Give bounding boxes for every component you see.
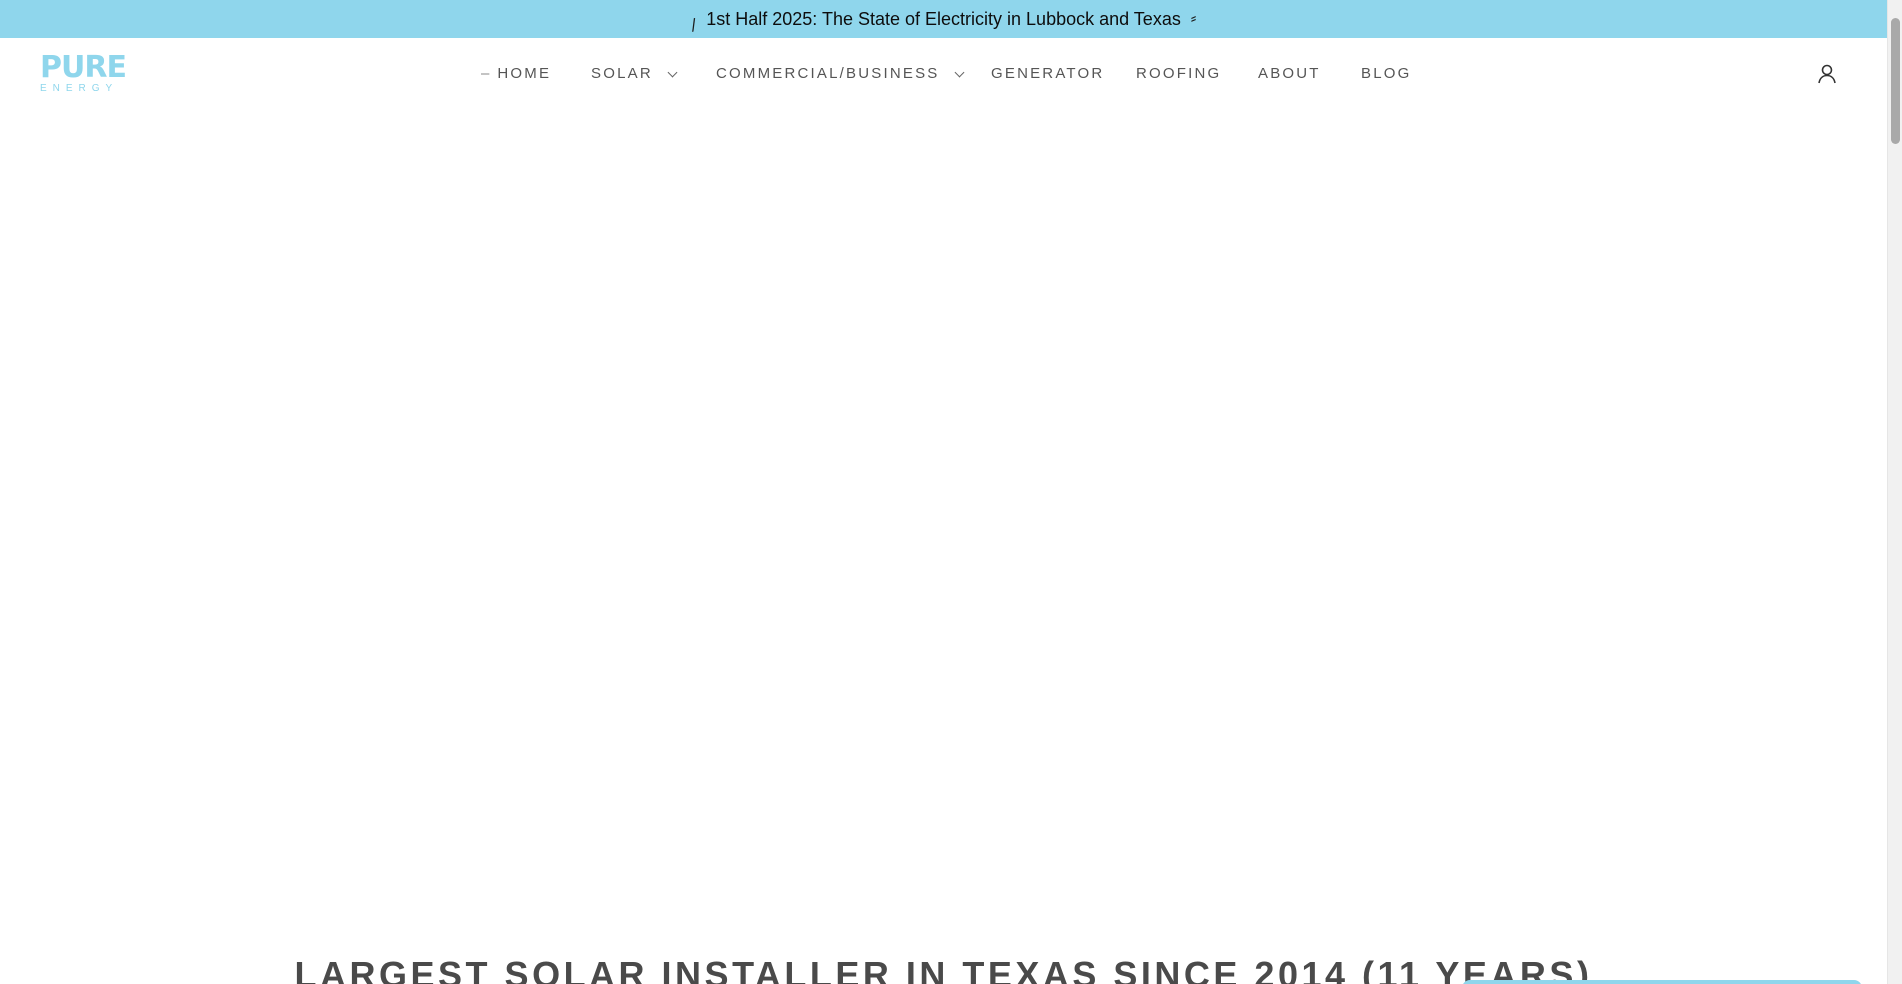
announcement-left-mark: / [689,14,698,35]
announcement-content: / 1st Half 2025: The State of Electricit… [689,8,1197,35]
announcement-link[interactable]: 1st Half 2025: The State of Electricity … [706,9,1181,30]
chevron-down-icon [667,67,678,77]
announcement-right-mark: ⸗ [1190,8,1197,27]
nav-item-generator[interactable]: GENERATOR [991,65,1104,82]
nav-solar-label: SOLAR [591,65,653,82]
nav-item-about[interactable]: ABOUT [1258,65,1321,82]
user-icon[interactable] [1815,62,1839,86]
nav-roofing-label: ROOFING [1136,65,1222,82]
nav-home-prefix: – [481,65,490,82]
chevron-down-icon [954,67,964,77]
nav-about-label: ABOUT [1258,65,1321,82]
nav-home-label: HOME [497,65,552,82]
chat-widget-tab[interactable] [1462,980,1862,984]
site-header: PURE ENERGY – HOME SOLAR COMMERCIAL/BUSI… [0,38,1887,110]
main-nav: – HOME SOLAR COMMERCIAL/BUSINESS GENERAT… [0,38,1887,110]
announcement-bar: / 1st Half 2025: The State of Electricit… [0,0,1887,38]
nav-item-roofing[interactable]: ROOFING [1136,65,1221,82]
nav-item-commercial-business[interactable]: COMMERCIAL/BUSINESS [716,65,964,82]
page-scrollbar[interactable] [1887,0,1902,984]
nav-generator-label: GENERATOR [991,65,1105,82]
nav-blog-label: BLOG [1361,65,1412,82]
nav-commercial-label: COMMERCIAL/BUSINESS [716,65,940,82]
nav-item-home[interactable]: – HOME [481,65,551,82]
nav-item-blog[interactable]: BLOG [1361,65,1411,82]
nav-item-solar[interactable]: SOLAR [591,65,678,82]
scrollbar-thumb[interactable] [1891,18,1900,144]
